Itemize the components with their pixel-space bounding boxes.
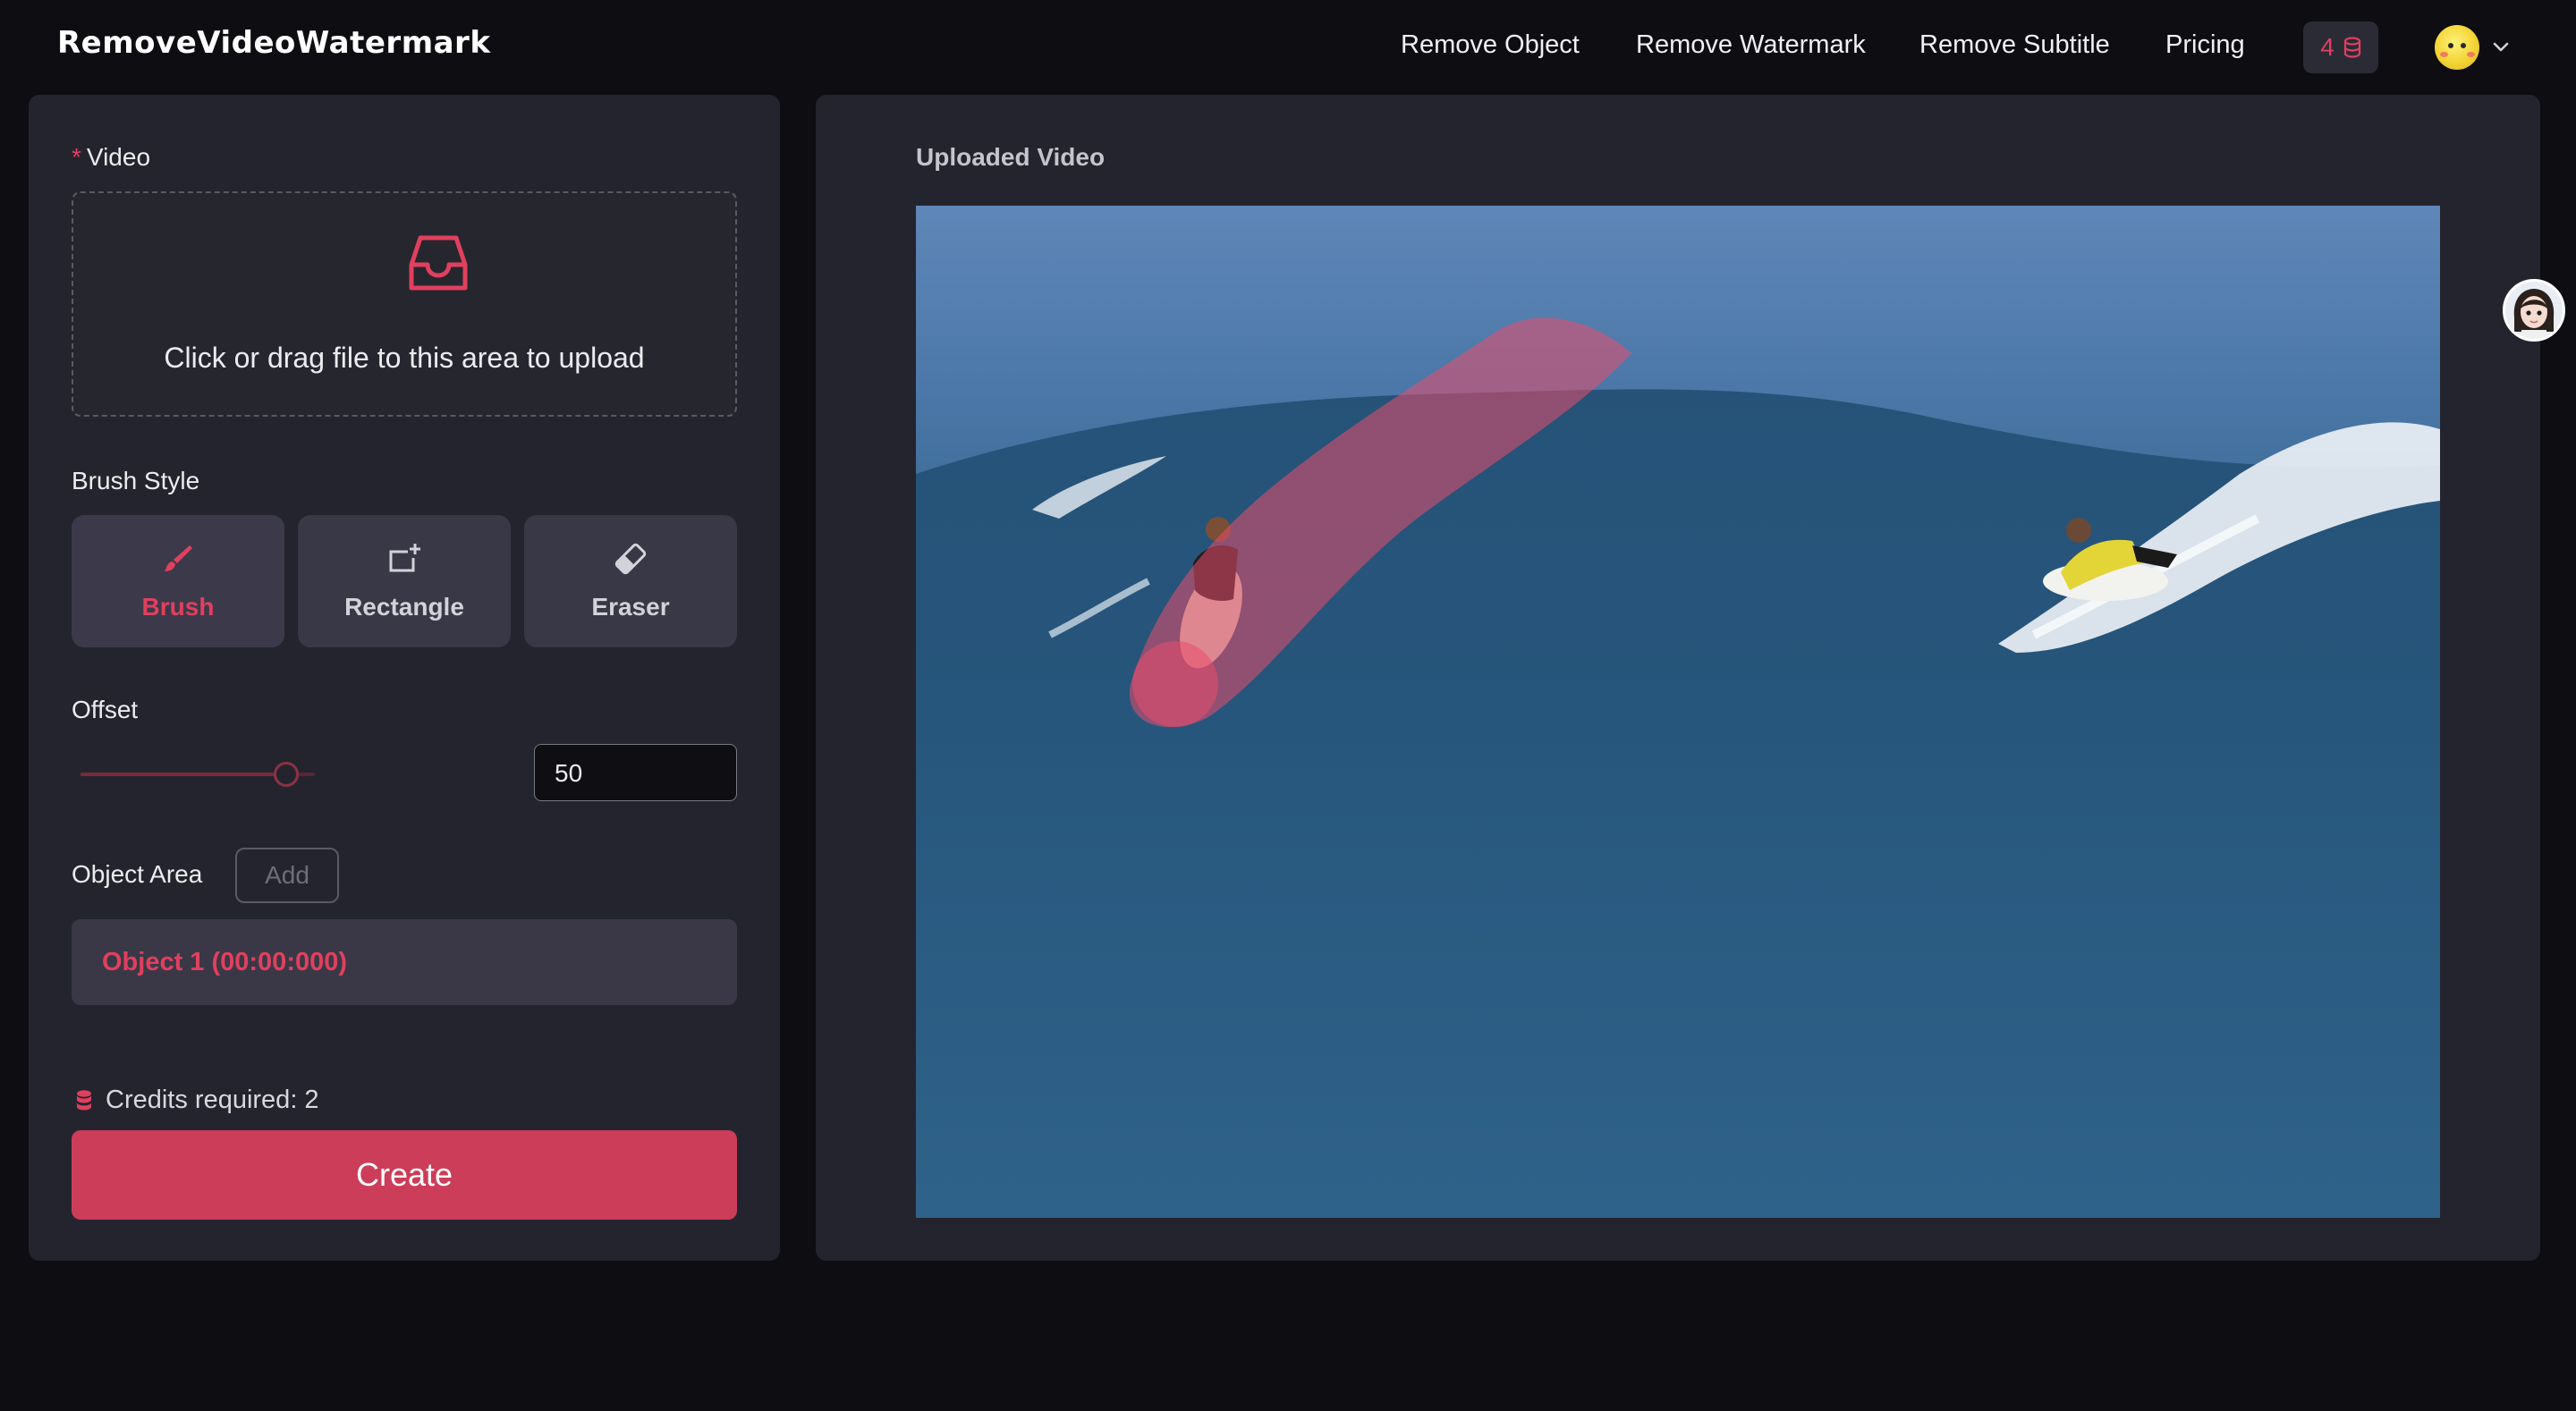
- preview-panel: Uploaded Video: [816, 95, 2540, 1261]
- object-list-item[interactable]: Object 1 (00:00:000): [72, 919, 737, 1005]
- required-mark: *: [72, 143, 81, 171]
- rectangle-add-icon: [389, 544, 420, 572]
- video-label: * Video: [72, 143, 151, 171]
- inbox-icon: [409, 235, 468, 291]
- object-area-label: Object Area: [72, 860, 203, 888]
- video-frame-image: [916, 206, 2440, 1218]
- support-avatar-icon: [2513, 289, 2555, 339]
- settings-panel: * Video Click or drag file to this area t…: [29, 95, 780, 1261]
- nav-remove-object[interactable]: Remove Object: [1401, 30, 1580, 60]
- brush-option-label: Eraser: [591, 593, 670, 621]
- credits-badge[interactable]: 4: [2303, 21, 2378, 73]
- nav-remove-subtitle[interactable]: Remove Subtitle: [1919, 30, 2110, 60]
- nav-remove-watermark[interactable]: Remove Watermark: [1636, 30, 1866, 60]
- brush-option-rectangle[interactable]: Rectangle: [298, 515, 511, 647]
- site-logo[interactable]: RemoveVideoWatermark: [57, 25, 490, 61]
- brush-option-eraser[interactable]: Eraser: [524, 515, 737, 647]
- add-object-button[interactable]: Add: [235, 848, 339, 903]
- upload-hint: Click or drag file to this area to uploa…: [164, 342, 645, 374]
- brush-option-brush[interactable]: Brush: [72, 515, 284, 647]
- credits-required-text: Credits required: 2: [106, 1086, 319, 1114]
- credits-required: Credits required: 2: [75, 1086, 319, 1115]
- support-chat-avatar[interactable]: [2503, 279, 2565, 342]
- chevron-down-icon[interactable]: [2490, 36, 2512, 57]
- offset-slider-handle[interactable]: [274, 762, 299, 787]
- database-icon: [77, 1089, 91, 1110]
- brush-style-label: Brush Style: [72, 467, 200, 494]
- offset-input[interactable]: 50: [534, 744, 737, 801]
- top-navbar: RemoveVideoWatermark Remove Object Remov…: [0, 0, 2576, 95]
- database-icon: [2343, 37, 2360, 58]
- create-button[interactable]: Create: [72, 1130, 737, 1220]
- brush-icon: [165, 545, 192, 571]
- offset-label: Offset: [72, 696, 139, 723]
- preview-title: Uploaded Video: [916, 143, 1106, 171]
- upload-dropzone[interactable]: Click or drag file to this area to uploa…: [72, 191, 737, 417]
- video-canvas[interactable]: [916, 206, 2440, 1218]
- eraser-icon: [614, 543, 647, 575]
- nav-pricing[interactable]: Pricing: [2165, 30, 2245, 60]
- credits-count: 4: [2320, 33, 2334, 61]
- user-avatar[interactable]: [2435, 25, 2479, 70]
- brush-option-label: Brush: [141, 593, 215, 621]
- brush-option-label: Rectangle: [344, 593, 464, 621]
